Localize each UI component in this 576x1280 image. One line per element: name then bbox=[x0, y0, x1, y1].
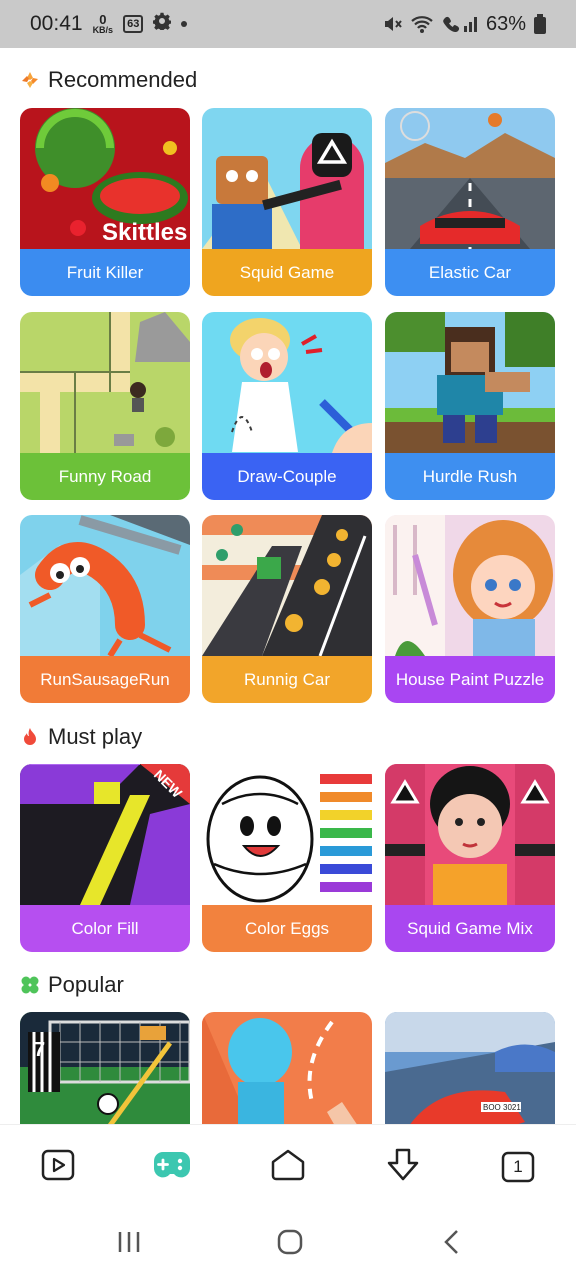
home-icon bbox=[270, 1148, 306, 1187]
game-card-color-fill[interactable]: NEW Color Fill bbox=[20, 764, 190, 952]
game-thumbnail bbox=[20, 515, 190, 656]
game-card-runnig-car[interactable]: Runnig Car bbox=[202, 515, 372, 703]
game-list[interactable]: Recommended Skittles Fruit Killer Squid … bbox=[0, 48, 576, 1124]
status-bar: 00:41 0 KB/s 63 63% bbox=[0, 0, 576, 48]
game-thumbnail bbox=[20, 312, 190, 453]
download-tab-button[interactable] bbox=[383, 1147, 423, 1187]
tab-count: 1 bbox=[513, 1157, 523, 1176]
game-card-fruit-killer[interactable]: Skittles Fruit Killer bbox=[20, 108, 190, 296]
recent-apps-button[interactable] bbox=[111, 1228, 147, 1260]
game-thumbnail: Skittles bbox=[20, 108, 190, 249]
game-label: RunSausageRun bbox=[20, 656, 190, 703]
video-tab-button[interactable] bbox=[38, 1147, 78, 1187]
game-card-squid-game[interactable]: Squid Game bbox=[202, 108, 372, 296]
call-signal-icon bbox=[442, 14, 478, 34]
game-label: House Paint Puzzle bbox=[385, 656, 555, 703]
game-thumbnail: 7 bbox=[20, 1012, 190, 1124]
game-label: Hurdle Rush bbox=[385, 453, 555, 500]
section-title-popular: Popular bbox=[20, 972, 124, 998]
tabs-icon: 1 bbox=[501, 1151, 535, 1183]
gamepad-icon bbox=[153, 1150, 191, 1185]
svg-text:BOO 3021: BOO 3021 bbox=[483, 1103, 521, 1112]
recent-apps-icon bbox=[117, 1230, 141, 1259]
wifi-icon bbox=[410, 14, 434, 34]
game-thumbnail bbox=[385, 312, 555, 453]
notification-dot-icon bbox=[181, 21, 188, 27]
bottom-nav: 1 bbox=[0, 1124, 576, 1208]
status-time: 00:41 bbox=[30, 12, 83, 35]
game-card-popular-2[interactable] bbox=[202, 1012, 372, 1124]
game-card-color-eggs[interactable]: Color Eggs bbox=[202, 764, 372, 952]
game-label: Color Fill bbox=[20, 905, 190, 952]
game-label: Squid Game bbox=[202, 249, 372, 296]
game-card-runsausagerun[interactable]: RunSausageRun bbox=[20, 515, 190, 703]
game-label: Elastic Car bbox=[385, 249, 555, 296]
game-thumbnail bbox=[385, 108, 555, 249]
game-thumbnail bbox=[202, 1012, 372, 1124]
flame-icon bbox=[20, 727, 40, 747]
game-card-popular-1[interactable]: 7 bbox=[20, 1012, 190, 1124]
back-icon bbox=[442, 1229, 462, 1260]
mute-icon bbox=[382, 14, 402, 34]
game-card-elastic-car[interactable]: Elastic Car bbox=[385, 108, 555, 296]
back-button[interactable] bbox=[434, 1228, 470, 1260]
game-thumbnail bbox=[202, 515, 372, 656]
system-home-icon bbox=[277, 1229, 303, 1260]
game-thumbnail bbox=[202, 108, 372, 249]
home-tab-button[interactable] bbox=[268, 1147, 308, 1187]
download-icon bbox=[385, 1147, 421, 1188]
game-thumbnail bbox=[385, 764, 555, 905]
game-thumbnail bbox=[202, 312, 372, 453]
game-thumbnail bbox=[202, 764, 372, 905]
clover-icon bbox=[20, 975, 40, 995]
game-label: Color Eggs bbox=[202, 905, 372, 952]
game-card-popular-3[interactable]: BOO 3021 bbox=[385, 1012, 555, 1124]
battery-percent: 63% bbox=[485, 12, 526, 35]
net-speed: 0 KB/s bbox=[92, 12, 114, 35]
tabs-button[interactable]: 1 bbox=[498, 1147, 538, 1187]
game-card-funny-road[interactable]: Funny Road bbox=[20, 312, 190, 500]
game-card-house-paint-puzzle[interactable]: House Paint Puzzle bbox=[385, 515, 555, 703]
game-thumbnail bbox=[385, 515, 555, 656]
gear-icon bbox=[152, 12, 172, 36]
game-thumbnail: NEW bbox=[20, 764, 190, 905]
section-title-recommended: Recommended bbox=[20, 67, 197, 93]
game-label: Runnig Car bbox=[202, 656, 372, 703]
game-card-squid-game-mix[interactable]: Squid Game Mix bbox=[385, 764, 555, 952]
game-label: Squid Game Mix bbox=[385, 905, 555, 952]
game-card-hurdle-rush[interactable]: Hurdle Rush bbox=[385, 312, 555, 500]
game-label: Funny Road bbox=[20, 453, 190, 500]
recommended-icon bbox=[20, 70, 40, 90]
game-label: Fruit Killer bbox=[20, 249, 190, 296]
svg-text:7: 7 bbox=[34, 1039, 45, 1061]
games-tab-button[interactable] bbox=[152, 1147, 192, 1187]
game-label: Draw-Couple bbox=[202, 453, 372, 500]
battery-icon bbox=[534, 14, 546, 34]
system-nav-bar bbox=[0, 1208, 576, 1280]
svg-text:Skittles: Skittles bbox=[102, 219, 187, 246]
game-card-draw-couple[interactable]: Draw-Couple bbox=[202, 312, 372, 500]
video-icon bbox=[41, 1149, 75, 1186]
system-home-button[interactable] bbox=[272, 1228, 308, 1260]
section-title-must-play: Must play bbox=[20, 724, 142, 750]
notification-badge: 63 bbox=[123, 15, 144, 33]
game-thumbnail: BOO 3021 bbox=[385, 1012, 555, 1124]
